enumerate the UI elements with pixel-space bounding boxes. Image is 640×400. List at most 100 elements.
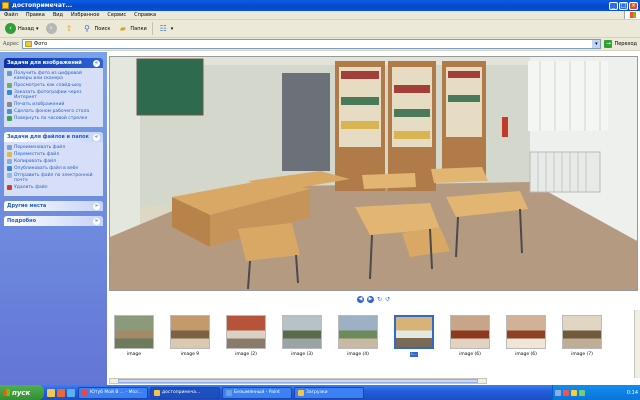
horizontal-scrollbar[interactable] bbox=[109, 378, 487, 384]
scrollbar-thumb[interactable] bbox=[118, 379, 478, 383]
close-button[interactable]: × bbox=[629, 1, 638, 10]
thumbnail[interactable]: image (6) bbox=[505, 315, 547, 358]
slideshow-icon bbox=[7, 83, 12, 88]
menu-file[interactable]: Файл bbox=[4, 12, 18, 18]
folder-icon bbox=[24, 41, 32, 47]
menu-help[interactable]: Справка bbox=[134, 12, 156, 18]
other-places-header[interactable]: Другие места » bbox=[4, 201, 103, 211]
back-arrow-icon: ‹ bbox=[5, 23, 16, 34]
taskbar-button-folder[interactable]: достопримеча... bbox=[150, 386, 220, 399]
go-arrow-icon: → bbox=[604, 40, 613, 48]
search-button[interactable]: ⚲ Поиск bbox=[80, 22, 113, 36]
thumbnail[interactable]: image (7) bbox=[561, 315, 603, 358]
thumbnail[interactable]: image bbox=[113, 315, 155, 358]
maximize-button[interactable]: □ bbox=[619, 1, 628, 10]
volume-icon[interactable] bbox=[571, 389, 577, 396]
task-set-background[interactable]: Сделать фоном рабочего стола bbox=[7, 109, 100, 114]
network-icon[interactable] bbox=[555, 389, 561, 396]
views-button[interactable]: ☷ ▾ bbox=[156, 22, 176, 36]
up-folder-button[interactable]: ⇧ bbox=[62, 22, 77, 36]
minimize-button[interactable]: _ bbox=[609, 1, 618, 10]
task-email[interactable]: Отправить файл по электронной почте bbox=[7, 173, 100, 183]
thumbnail[interactable]: image (3) bbox=[281, 315, 323, 358]
classroom-photo[interactable] bbox=[109, 56, 638, 291]
folders-label: Папки bbox=[130, 25, 147, 32]
thumbnail[interactable]: image (4) bbox=[337, 315, 379, 358]
search-icon: ⚲ bbox=[84, 24, 90, 33]
task-pane: Задачи для изображений « Получить фото и… bbox=[0, 52, 107, 385]
quick-launch-icon[interactable] bbox=[57, 388, 65, 397]
forward-button[interactable]: › bbox=[44, 22, 59, 36]
next-image-button[interactable]: ▶ bbox=[366, 296, 374, 303]
task-publish[interactable]: Опубликовать файл в вебе bbox=[7, 166, 100, 171]
thumbnail-caption: image (6) bbox=[459, 352, 481, 357]
title-bar[interactable]: достопримечат... _ □ × bbox=[0, 0, 640, 11]
file-tasks-header[interactable]: Задачи для файлов и папок « bbox=[4, 132, 103, 142]
collapse-icon[interactable]: « bbox=[93, 59, 100, 67]
thumbnail-caption: image bbox=[126, 352, 142, 357]
thumbnail-caption: image (2) bbox=[235, 352, 257, 357]
folder-icon bbox=[298, 389, 304, 396]
thumbnail-image bbox=[394, 315, 434, 349]
task-slideshow[interactable]: Просмотреть как слайд-шоу bbox=[7, 83, 100, 88]
taskbar-button-youtube[interactable]: Ютуб Мой В ... - Micr... bbox=[78, 386, 148, 399]
quick-launch bbox=[44, 388, 78, 397]
thumbnail-caption: image (3) bbox=[291, 352, 313, 357]
previous-image-button[interactable]: ◀ bbox=[356, 296, 364, 303]
rotate-clockwise-button[interactable]: ↻ bbox=[377, 296, 382, 303]
taskbar-button-paint[interactable]: Безымянный - Paint bbox=[222, 386, 292, 399]
image-tasks-panel: Задачи для изображений « Получить фото и… bbox=[4, 58, 103, 127]
thumbnail[interactable]: image 9 bbox=[169, 315, 211, 358]
task-order-prints[interactable]: Заказать фотографии через Интернет bbox=[7, 90, 100, 100]
go-button[interactable]: → Переход bbox=[604, 40, 637, 48]
antivirus-icon[interactable] bbox=[563, 389, 569, 396]
quick-launch-icon[interactable] bbox=[47, 388, 55, 397]
task-label: Повернуть по часовой стрелке bbox=[14, 116, 88, 121]
menu-favorites[interactable]: Избранное bbox=[71, 12, 99, 18]
thumbnail-caption: i... bbox=[410, 352, 418, 357]
thumbnail[interactable]: image (2) bbox=[225, 315, 267, 358]
thumbnail-caption: image (6) bbox=[515, 352, 537, 357]
quick-launch-icon[interactable] bbox=[67, 388, 75, 397]
task-print[interactable]: Печать изображений bbox=[7, 102, 100, 107]
task-label: Печать изображений bbox=[14, 102, 65, 107]
menu-edit[interactable]: Правка bbox=[26, 12, 45, 18]
start-button[interactable]: пуск bbox=[0, 385, 44, 400]
menu-tools[interactable]: Сервис bbox=[107, 12, 126, 18]
collapse-icon[interactable]: « bbox=[93, 133, 100, 141]
task-rotate[interactable]: Повернуть по часовой стрелке bbox=[7, 116, 100, 121]
task-move[interactable]: Переместить файл bbox=[7, 152, 100, 157]
thumbnail[interactable]: i... bbox=[393, 315, 435, 358]
chevron-down-icon[interactable]: ▾ bbox=[592, 40, 601, 48]
thumbnail[interactable]: image (6) bbox=[449, 315, 491, 358]
other-places-panel: Другие места » bbox=[4, 201, 103, 211]
expand-icon[interactable]: » bbox=[93, 217, 100, 225]
task-copy[interactable]: Копировать файл bbox=[7, 159, 100, 164]
task-rename[interactable]: Переименовать файл bbox=[7, 145, 100, 150]
language-icon[interactable] bbox=[579, 389, 585, 396]
task-delete[interactable]: Удалить файл bbox=[7, 185, 100, 190]
camera-icon bbox=[7, 71, 12, 76]
taskbar-button-downloads[interactable]: Загрузки bbox=[294, 386, 364, 399]
rename-icon bbox=[7, 145, 12, 150]
menu-view[interactable]: Вид bbox=[53, 12, 63, 18]
image-tasks-header[interactable]: Задачи для изображений « bbox=[4, 58, 103, 68]
image-navigation: ◀ ▶ ↻ ↺ bbox=[107, 296, 640, 304]
thumbnail-image bbox=[506, 315, 546, 349]
system-tray: 0:14 bbox=[552, 385, 640, 400]
chevron-down-icon: ▾ bbox=[36, 25, 39, 32]
folder-icon bbox=[154, 389, 160, 396]
thumbnail-caption: image (7) bbox=[571, 352, 593, 357]
folders-button[interactable]: ▰ Папки bbox=[115, 22, 148, 36]
vertical-scrollbar[interactable] bbox=[634, 310, 640, 378]
clock[interactable]: 0:14 bbox=[627, 390, 638, 396]
rotate-counterclockwise-button[interactable]: ↺ bbox=[385, 296, 390, 303]
back-button[interactable]: ‹ Назад ▾ bbox=[3, 22, 41, 36]
file-tasks-title: Задачи для файлов и папок bbox=[7, 134, 89, 140]
menu-bar: Файл Правка Вид Избранное Сервис Справка bbox=[0, 11, 640, 20]
details-header[interactable]: Подробно » bbox=[4, 216, 103, 226]
task-get-pictures[interactable]: Получить фото из цифровой камеры или ска… bbox=[7, 71, 100, 81]
copy-icon bbox=[7, 159, 12, 164]
expand-icon[interactable]: » bbox=[93, 202, 100, 210]
address-field[interactable]: Фото ▾ bbox=[21, 39, 602, 49]
